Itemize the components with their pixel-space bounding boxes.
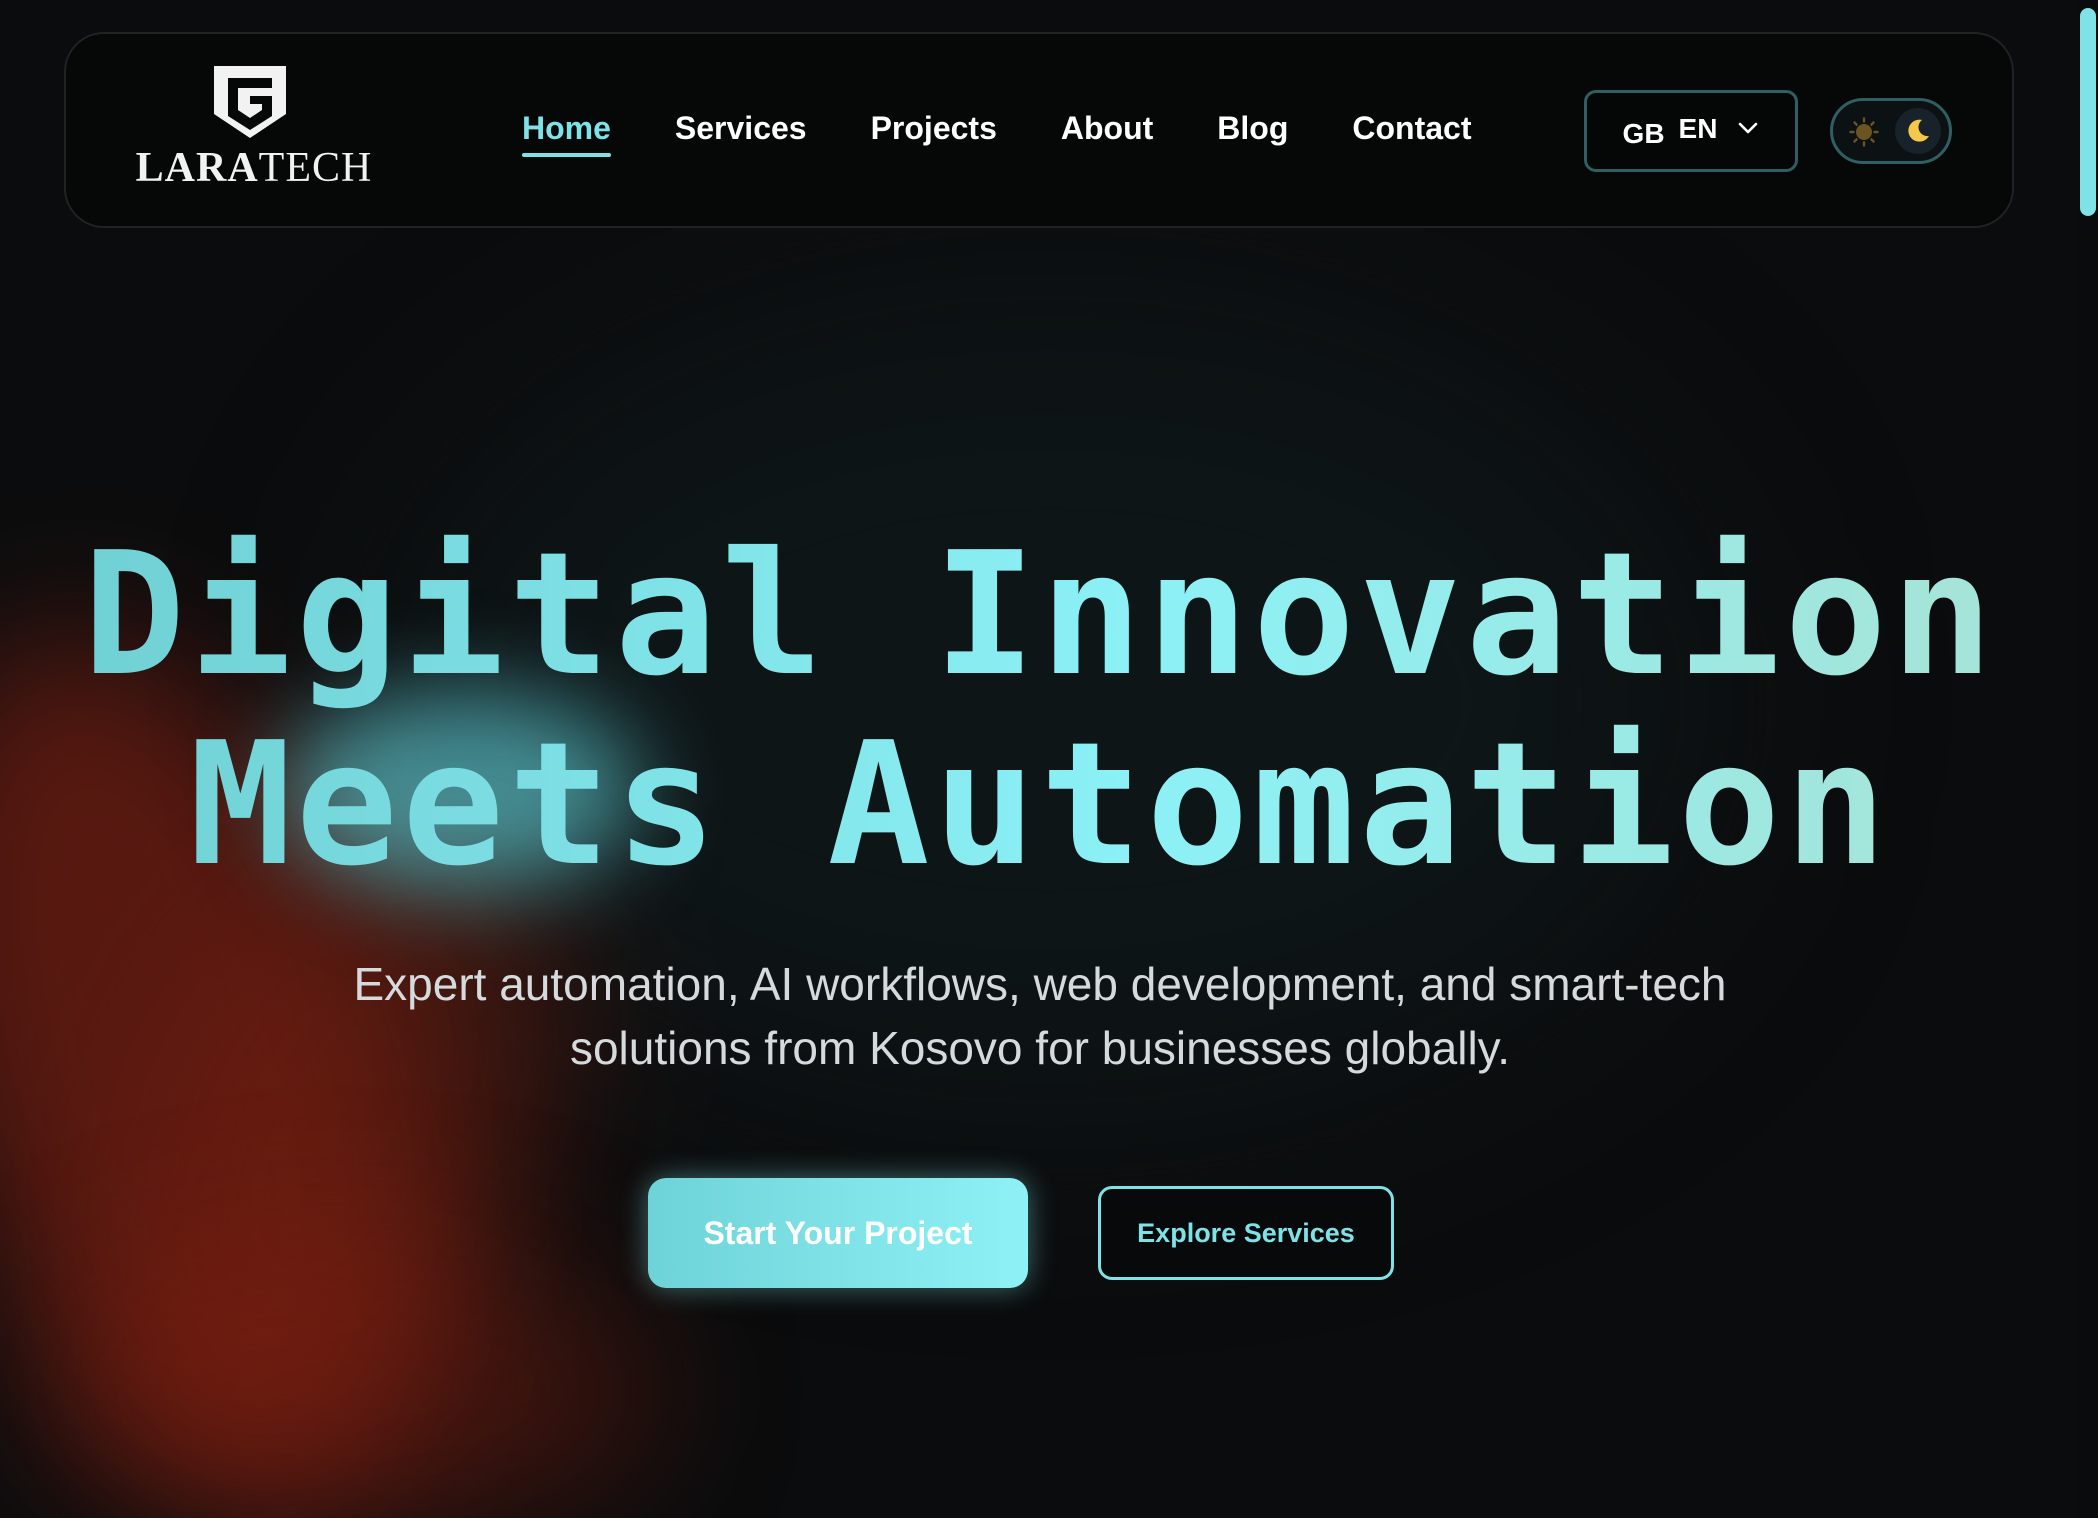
logo[interactable]: LARATECH [134, 64, 374, 194]
navbar: LARATECH Home Services Projects About Bl… [64, 32, 2014, 228]
language-select[interactable]: GB EN [1584, 90, 1798, 172]
nav-link-blog[interactable]: Blog [1217, 110, 1288, 157]
explore-services-button[interactable]: Explore Services [1098, 1186, 1394, 1280]
toggle-knob [1895, 108, 1941, 154]
theme-toggle[interactable] [1830, 98, 1952, 164]
nav-link-about[interactable]: About [1061, 110, 1153, 157]
scrollbar-track[interactable] [2078, 0, 2098, 1518]
hero-title: Digital Innovation Meets Automation [40, 520, 2040, 900]
page: LARATECH Home Services Projects About Bl… [0, 0, 2098, 1518]
main-nav: Home Services Projects About Blog Contac… [522, 110, 1471, 157]
nav-link-contact[interactable]: Contact [1352, 110, 1471, 157]
nav-link-services[interactable]: Services [675, 110, 807, 157]
shield-g-icon [214, 66, 286, 138]
hero-subtitle-line2: solutions from Kosovo for businesses glo… [569, 1022, 1511, 1074]
start-project-button[interactable]: Start Your Project [648, 1178, 1028, 1288]
hero-title-line1: Digital Innovation [82, 516, 1998, 714]
hero-subtitle: Expert automation, AI workflows, web dev… [240, 952, 1840, 1080]
hero-title-line2: Meets Automation [189, 706, 1891, 904]
hero-subtitle-line1: Expert automation, AI workflows, web dev… [353, 958, 1727, 1010]
moon-icon [1908, 119, 1929, 142]
nav-link-projects[interactable]: Projects [871, 110, 997, 157]
language-flag: GB [1622, 118, 1665, 149]
sun-icon [1849, 117, 1879, 147]
chevron-down-icon [1739, 122, 1758, 134]
nav-link-home[interactable]: Home [522, 110, 611, 157]
logo-text: LARATECH [135, 145, 373, 191]
language-code: EN [1678, 113, 1718, 144]
scrollbar-thumb[interactable] [2080, 8, 2096, 216]
